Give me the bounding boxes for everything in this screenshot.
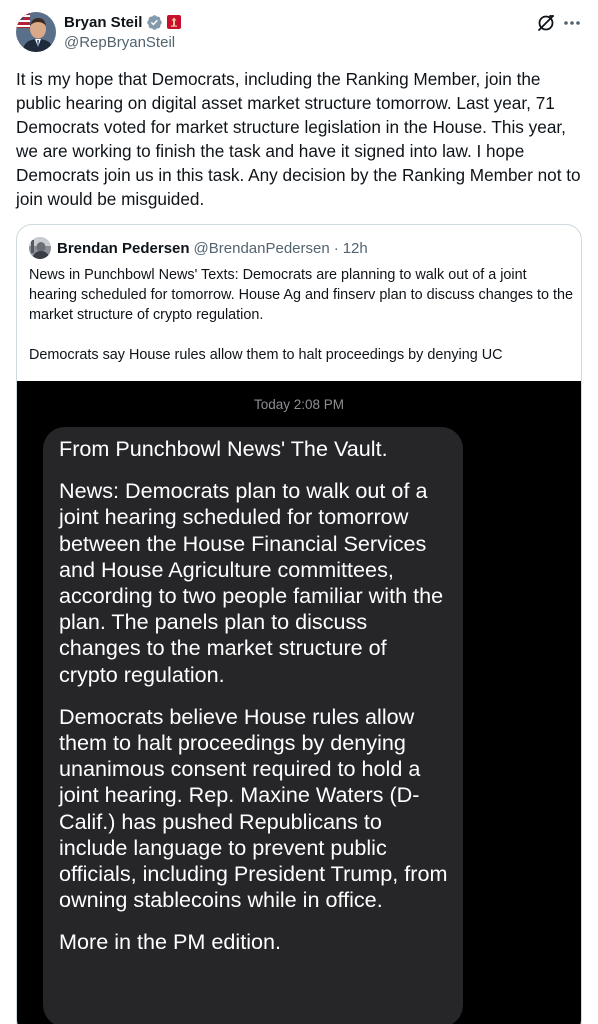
message-paragraph: More in the PM edition. <box>59 929 282 955</box>
author-names: Bryan Steil @RepBryanSteil <box>64 12 182 53</box>
quoted-paragraph: News in Punchbowl News' Texts: Democrats… <box>29 267 573 323</box>
quoted-tweet-text: News in Punchbowl News' Texts: Democrats… <box>29 265 574 365</box>
quoted-media-screenshot[interactable]: Today 2:08 PM From Punchbowl News' The V… <box>17 381 581 1024</box>
grok-icon[interactable] <box>536 13 556 33</box>
quoted-tweet-card[interactable]: Brendan Pedersen @BrendanPedersen · 12h … <box>16 224 582 1024</box>
message-bubble: From Punchbowl News' The Vault. News: De… <box>43 427 463 1024</box>
more-options-icon[interactable] <box>562 13 582 33</box>
author-avatar[interactable] <box>16 12 56 52</box>
tweet-header: Bryan Steil @RepBryanSteil <box>16 12 582 54</box>
quoted-author-handle[interactable]: @BrendanPedersen <box>194 240 330 257</box>
tweet-text: It is my hope that Democrats, including … <box>16 69 581 209</box>
quoted-timestamp[interactable]: 12h <box>343 240 368 257</box>
quoted-separator: · <box>333 239 339 257</box>
author-display-name[interactable]: Bryan Steil <box>64 14 142 31</box>
quoted-author-avatar[interactable] <box>29 237 51 259</box>
message-timestamp-time: 2:08 PM <box>293 397 345 412</box>
message-paragraph: From Punchbowl News' The Vault. <box>59 436 388 461</box>
quoted-author-name[interactable]: Brendan Pedersen <box>57 240 190 257</box>
quoted-tweet-header: Brendan Pedersen @BrendanPedersen · 12h <box>29 237 368 259</box>
message-timestamp: Today 2:08 PM <box>17 397 581 412</box>
message-timestamp-day: Today <box>253 397 290 412</box>
quoted-paragraph: Democrats say House rules allow them to … <box>29 347 503 363</box>
author-handle[interactable]: @RepBryanSteil <box>64 33 181 53</box>
verified-badge-icon <box>146 14 163 31</box>
author-name-row: Bryan Steil <box>64 12 182 32</box>
message-paragraph: News: Democrats plan to walk out of a jo… <box>59 478 444 687</box>
message-paragraph: Democrats believe House rules allow them… <box>59 703 448 913</box>
house-affiliation-icon[interactable] <box>167 15 182 29</box>
